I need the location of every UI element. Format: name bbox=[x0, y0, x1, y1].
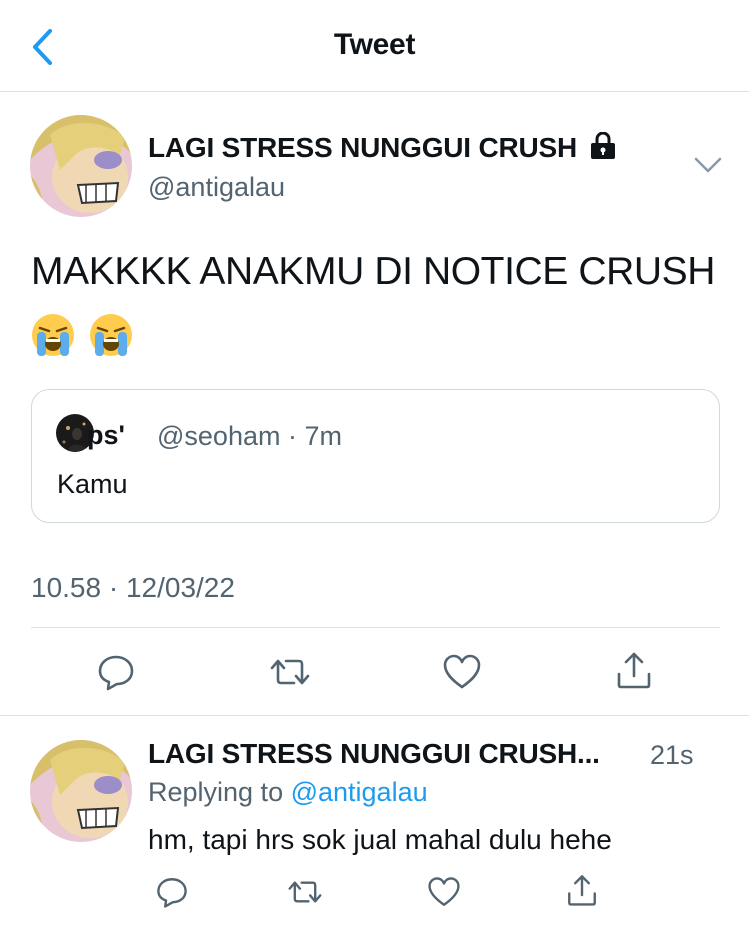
comment-icon bbox=[98, 655, 134, 691]
reply-share-button[interactable] bbox=[562, 870, 602, 910]
reply-retweet-button[interactable] bbox=[285, 872, 325, 912]
reply-time: 21s bbox=[650, 740, 694, 770]
tweet-timestamp: 10.58 · 12/03/22 bbox=[31, 572, 235, 603]
author-handle[interactable]: @antigalau bbox=[148, 172, 285, 203]
navigation-header: Tweet bbox=[0, 0, 749, 92]
more-options-button[interactable] bbox=[690, 150, 726, 180]
divider bbox=[31, 627, 720, 628]
reply-author-name[interactable]: LAGI STRESS NUNGGUI CRUSH... bbox=[148, 738, 600, 770]
heart-icon bbox=[428, 877, 460, 906]
emoji-row bbox=[30, 312, 134, 358]
mention-link[interactable]: @antigalau bbox=[291, 777, 428, 807]
avatar[interactable] bbox=[30, 115, 132, 217]
lock-icon bbox=[590, 131, 615, 159]
quoted-tweet-card[interactable] bbox=[31, 389, 720, 523]
loudly-crying-face-emoji bbox=[32, 314, 74, 356]
page-title: Tweet bbox=[333, 28, 416, 61]
quoted-tweet-text: Kamu bbox=[57, 469, 128, 499]
heart-icon bbox=[443, 654, 481, 689]
quoted-handle-time: @seoham · 7m bbox=[157, 421, 342, 451]
share-button[interactable] bbox=[612, 648, 656, 692]
like-button[interactable] bbox=[440, 650, 484, 694]
reply-like-button[interactable] bbox=[424, 872, 464, 912]
reply-button[interactable] bbox=[94, 650, 138, 694]
retweet-button[interactable] bbox=[268, 650, 312, 694]
tweet-text: MAKKKK ANAKMU DI NOTICE CRUSH bbox=[31, 250, 716, 293]
retweet-icon bbox=[270, 659, 310, 685]
share-icon bbox=[568, 875, 596, 906]
replying-to: Replying to @antigalau bbox=[148, 777, 428, 807]
author-name[interactable]: LAGI STRESS NUNGGUI CRUSH bbox=[148, 131, 617, 164]
quoted-author-name: ps' bbox=[87, 420, 125, 450]
comment-icon bbox=[157, 878, 187, 908]
reply-text: hm, tapi hrs sok jual mahal dulu hehe bbox=[148, 824, 612, 855]
share-icon bbox=[617, 652, 651, 689]
reply-comment-button[interactable] bbox=[152, 872, 192, 912]
divider bbox=[0, 715, 749, 716]
chevron-down-icon bbox=[694, 157, 722, 173]
reply-avatar[interactable] bbox=[30, 740, 132, 842]
retweet-icon bbox=[288, 881, 322, 903]
loudly-crying-face-emoji bbox=[90, 314, 132, 356]
